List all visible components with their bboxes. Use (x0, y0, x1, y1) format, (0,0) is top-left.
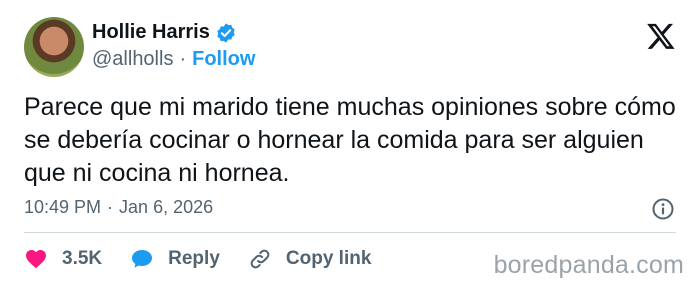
verified-badge-icon (217, 22, 235, 43)
author-handle[interactable]: @allholls (92, 48, 173, 71)
tweet-timestamp[interactable]: 10:49 PM · Jan 6, 2026 (24, 197, 213, 218)
tweet-text: Parece que mi marido tiene muchas opinio… (24, 93, 676, 187)
avatar[interactable] (24, 17, 84, 77)
divider (24, 232, 676, 233)
x-logo-icon[interactable] (646, 21, 676, 51)
reply-button[interactable]: Reply (130, 247, 220, 271)
action-bar: 3.5K Reply Copy link (24, 247, 399, 271)
handle-separator: · (179, 48, 187, 70)
author-name-row: Hollie Harris (92, 21, 237, 44)
tweet-date: Jan 6, 2026 (119, 197, 214, 217)
copy-link-button[interactable]: Copy link (248, 247, 372, 271)
follow-button[interactable]: Follow (192, 48, 255, 71)
like-button[interactable]: 3.5K (24, 247, 102, 271)
tweet-time: 10:49 PM (24, 197, 102, 217)
speech-bubble-icon (132, 250, 153, 268)
link-icon (250, 249, 270, 269)
heart-icon (26, 250, 46, 269)
author-handle-row: @allholls · Follow (92, 48, 255, 71)
watermark: boredpanda.com (493, 251, 684, 279)
reply-label: Reply (168, 248, 220, 269)
copy-link-label: Copy link (285, 248, 372, 269)
author-name[interactable]: Hollie Harris (92, 21, 210, 44)
like-count: 3.5K (62, 248, 103, 269)
timestamp-separator: · (107, 197, 114, 217)
info-icon[interactable] (651, 197, 675, 221)
tweet-header: Hollie Harris @allholls · Follow (24, 17, 676, 79)
